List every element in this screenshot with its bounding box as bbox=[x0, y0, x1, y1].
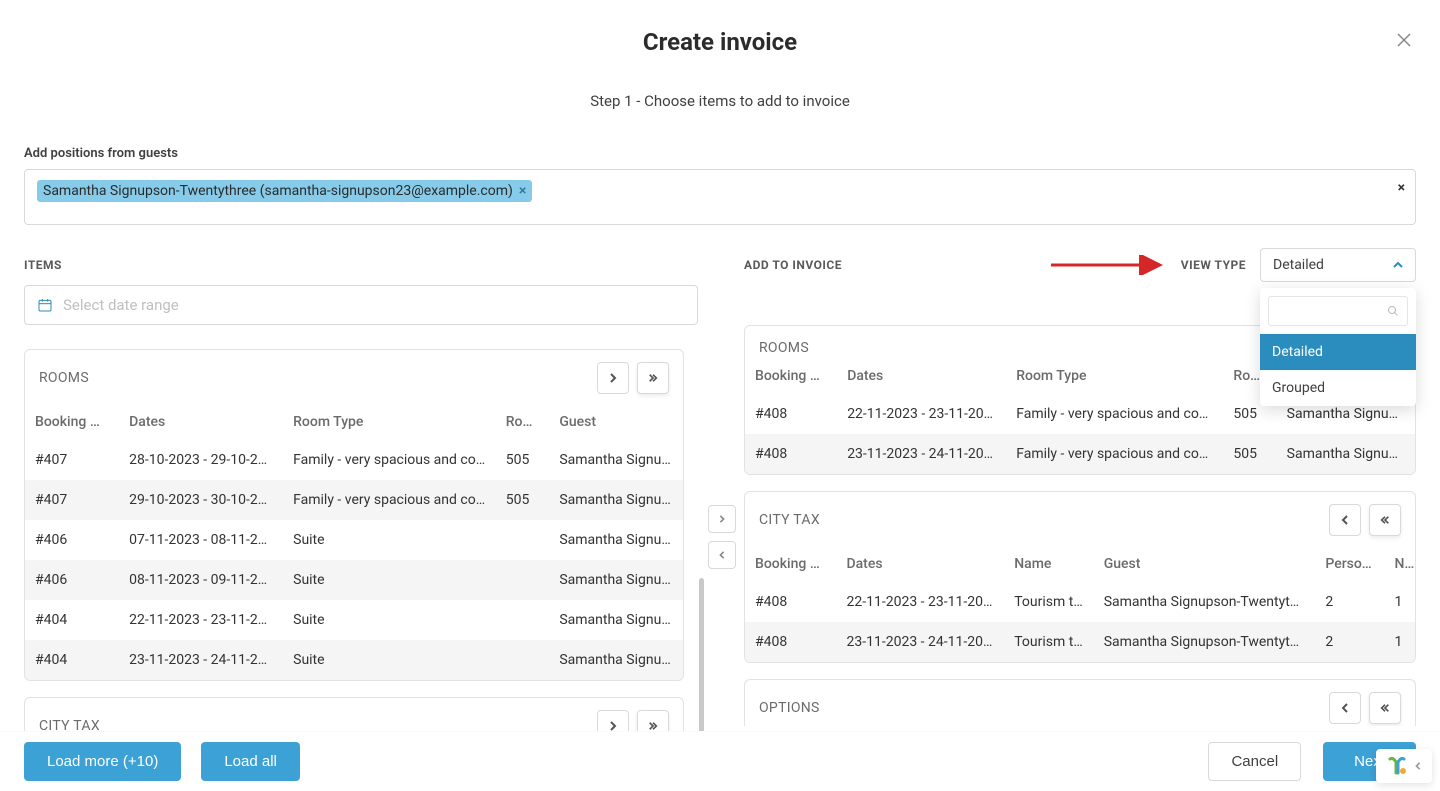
move-all-right-button[interactable] bbox=[637, 362, 669, 394]
double-chevron-right-icon bbox=[648, 721, 658, 731]
col-dates: Dates bbox=[119, 404, 283, 440]
double-chevron-right-icon bbox=[648, 373, 658, 383]
chevron-right-icon bbox=[608, 373, 618, 383]
cancel-button[interactable]: Cancel bbox=[1208, 742, 1301, 781]
view-type-dropdown[interactable]: Detailed bbox=[1260, 248, 1416, 282]
dropdown-search[interactable] bbox=[1260, 288, 1416, 334]
col-nig: Nig bbox=[1384, 546, 1415, 582]
chevron-up-icon bbox=[1393, 260, 1403, 270]
transfer-left-button[interactable] bbox=[708, 541, 736, 569]
table-row[interactable]: #40422-11-2023 - 23-11-2023SuiteSamantha… bbox=[25, 600, 683, 640]
date-range-placeholder: Select date range bbox=[63, 296, 179, 314]
left-rooms-title: ROOMS bbox=[39, 370, 89, 386]
table-row[interactable]: #40728-10-2023 - 29-10-2023Family - very… bbox=[25, 440, 683, 480]
table-row[interactable]: #40608-11-2023 - 09-11-2023SuiteSamantha… bbox=[25, 560, 683, 600]
move-all-left-button[interactable] bbox=[1369, 504, 1401, 536]
chevron-left-icon bbox=[1340, 703, 1350, 713]
chevron-left-icon bbox=[1414, 762, 1422, 770]
double-chevron-left-icon bbox=[1380, 515, 1390, 525]
view-type-option-grouped[interactable]: Grouped bbox=[1260, 370, 1416, 406]
col-dates: Dates bbox=[837, 546, 1005, 582]
search-icon bbox=[1387, 305, 1399, 317]
guest-chip-text: Samantha Signupson-Twentythree (samantha… bbox=[43, 183, 513, 199]
right-rooms-title: ROOMS bbox=[759, 340, 809, 356]
col-booking: Booking No. bbox=[25, 404, 119, 440]
col-guest: Guest bbox=[549, 404, 683, 440]
guest-chip-remove[interactable]: × bbox=[519, 183, 526, 199]
table-row[interactable]: #40423-11-2023 - 24-11-2023SuiteSamantha… bbox=[25, 640, 683, 680]
col-persons: Persons bbox=[1315, 546, 1384, 582]
view-type-option-detailed[interactable]: Detailed bbox=[1260, 334, 1416, 370]
arrow-annotation bbox=[1049, 255, 1167, 275]
col-booking: Booking No. bbox=[745, 546, 837, 582]
right-citytax-panel: CITY TAX Booking No. Dates Name Guest P bbox=[744, 491, 1416, 663]
view-type-popup: Detailed Grouped bbox=[1260, 288, 1416, 406]
table-row[interactable]: #40822-11-2023 - 23-11-2023Tourism taxSa… bbox=[745, 582, 1415, 622]
table-row[interactable]: #40607-11-2023 - 08-11-2023SuiteSamantha… bbox=[25, 520, 683, 560]
clear-guests-button[interactable]: × bbox=[1398, 180, 1405, 196]
col-roomtype: Room Type bbox=[283, 404, 496, 440]
close-icon bbox=[1396, 32, 1412, 48]
chevron-right-icon bbox=[718, 515, 726, 523]
move-one-right-button[interactable] bbox=[597, 362, 629, 394]
calendar-icon bbox=[37, 297, 53, 313]
view-type-label: VIEW TYPE bbox=[1181, 258, 1246, 272]
load-more-button[interactable]: Load more (+10) bbox=[24, 742, 181, 781]
guests-label: Add positions from guests bbox=[24, 146, 1416, 161]
transfer-right-button[interactable] bbox=[708, 505, 736, 533]
app-logo-icon bbox=[1386, 755, 1408, 777]
chevron-left-icon bbox=[1340, 515, 1350, 525]
col-room: Room bbox=[496, 404, 550, 440]
col-guest: Guest bbox=[1094, 546, 1316, 582]
double-chevron-left-icon bbox=[1380, 703, 1390, 713]
move-one-left-button[interactable] bbox=[1329, 504, 1361, 536]
guests-input[interactable]: Samantha Signupson-Twentythree (samantha… bbox=[24, 169, 1416, 225]
right-citytax-title: CITY TAX bbox=[759, 512, 820, 528]
view-type-value: Detailed bbox=[1273, 257, 1324, 273]
col-booking: Booking No. bbox=[745, 358, 837, 394]
right-options-title: OPTIONS bbox=[759, 700, 820, 716]
right-options-panel: OPTIONS bbox=[744, 679, 1416, 726]
chevron-right-icon bbox=[608, 721, 618, 731]
table-row[interactable]: #40823-11-2023 - 24-11-2023Family - very… bbox=[745, 434, 1415, 474]
load-all-button[interactable]: Load all bbox=[201, 742, 300, 781]
move-all-left-button[interactable] bbox=[1369, 692, 1401, 724]
items-label: ITEMS bbox=[24, 258, 62, 272]
table-row[interactable]: #40823-11-2023 - 24-11-2023Tourism taxSa… bbox=[745, 622, 1415, 662]
col-name: Name bbox=[1004, 546, 1093, 582]
app-badge[interactable] bbox=[1376, 749, 1432, 783]
date-range-input[interactable]: Select date range bbox=[24, 285, 698, 325]
col-dates: Dates bbox=[837, 358, 1006, 394]
guest-chip: Samantha Signupson-Twentythree (samantha… bbox=[37, 180, 532, 202]
table-row[interactable]: #40729-10-2023 - 30-10-2023Family - very… bbox=[25, 480, 683, 520]
chevron-left-icon bbox=[718, 551, 726, 559]
close-button[interactable] bbox=[1396, 32, 1412, 51]
modal-title: Create invoice bbox=[40, 28, 1400, 56]
add-to-invoice-label: ADD TO INVOICE bbox=[744, 258, 842, 272]
move-one-left-button[interactable] bbox=[1329, 692, 1361, 724]
col-roomtype: Room Type bbox=[1006, 358, 1223, 394]
left-rooms-panel: ROOMS Booking No. Dates Room Type Room G… bbox=[24, 349, 684, 681]
step-subtitle: Step 1 - Choose items to add to invoice bbox=[0, 92, 1440, 110]
